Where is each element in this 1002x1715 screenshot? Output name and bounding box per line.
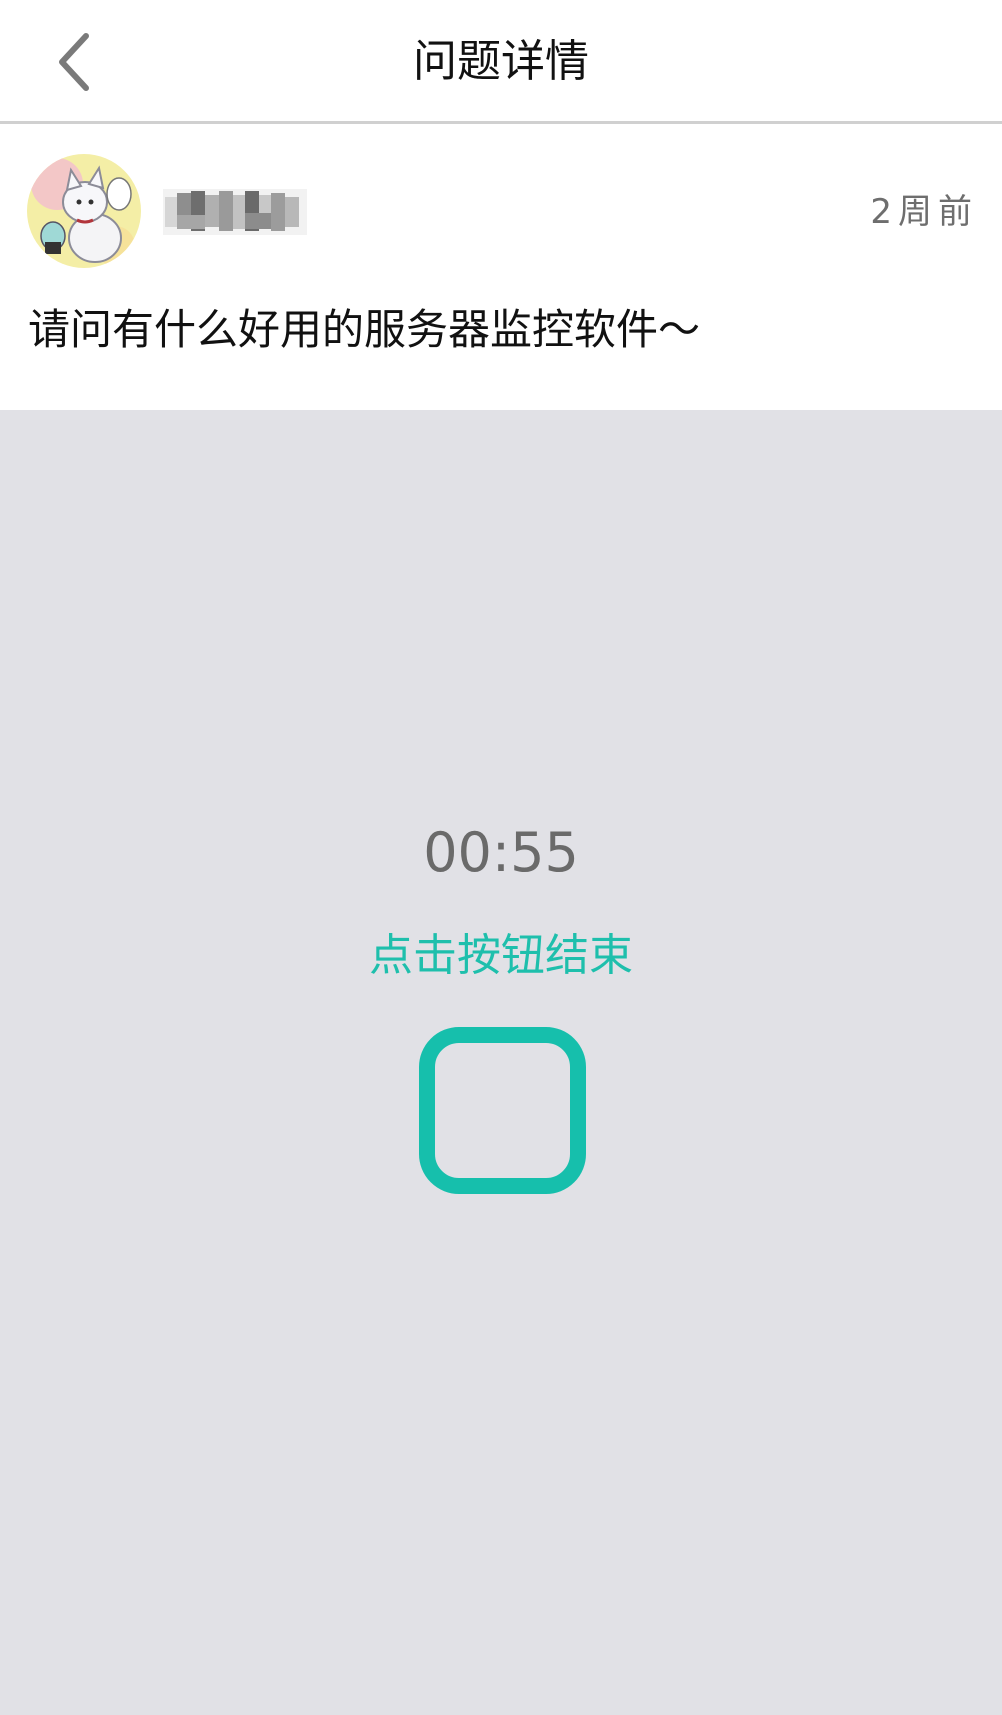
stop-record-button[interactable] xyxy=(419,1027,586,1194)
avatar[interactable] xyxy=(27,154,141,268)
stop-hint: 点击按钮结束 xyxy=(369,930,633,981)
post-time: 2周前 xyxy=(870,192,978,232)
question-detail-page: 问题详情 2周前 请问有什么好用的服务器监控软件～ 00:55 点击按钮结束 xyxy=(0,0,1002,1715)
record-timer: 00:55 xyxy=(423,821,579,884)
blurred-username-icon xyxy=(163,189,307,235)
username-blurred[interactable] xyxy=(163,187,307,237)
page-title: 问题详情 xyxy=(413,36,589,87)
question-text: 请问有什么好用的服务器监控软件～ xyxy=(28,305,701,354)
top-bar: 问题详情 xyxy=(0,0,1002,124)
voice-record-panel: 00:55 点击按钮结束 xyxy=(0,410,1002,1715)
cat-avatar-icon xyxy=(27,154,141,268)
question-post: 2周前 请问有什么好用的服务器监控软件～ xyxy=(0,124,1002,410)
